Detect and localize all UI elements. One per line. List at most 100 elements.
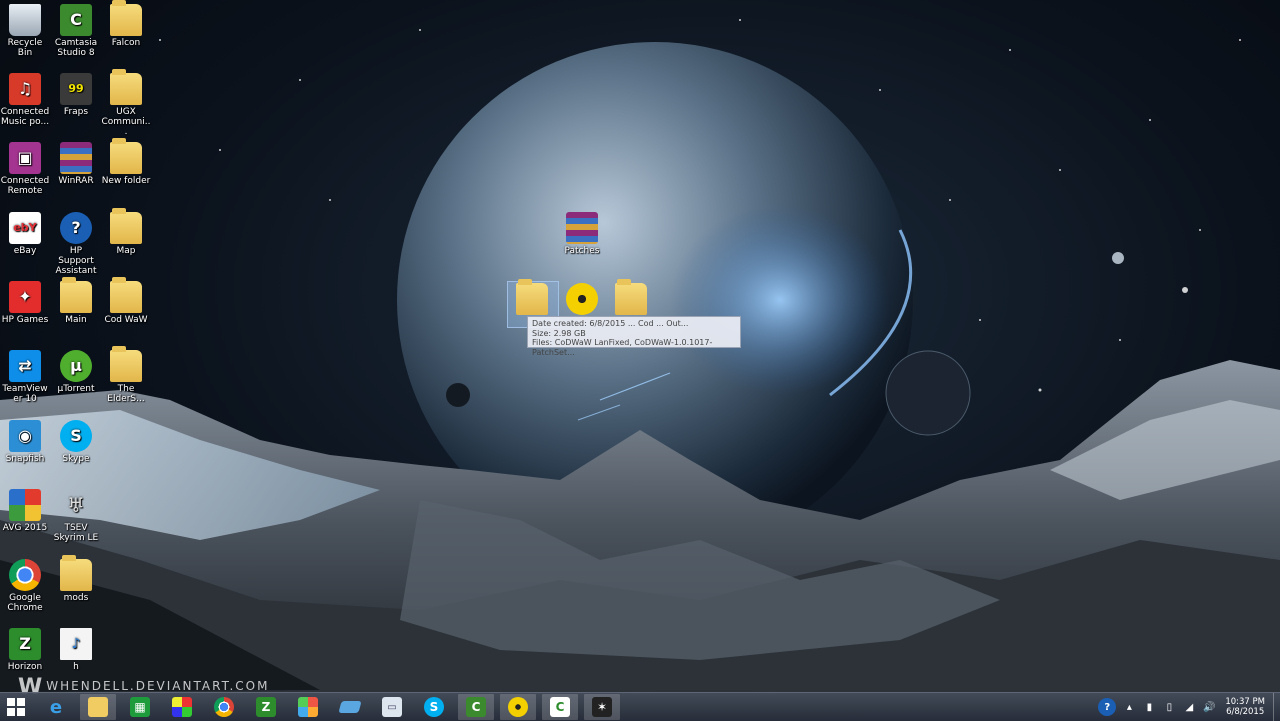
clock[interactable]: 10:37 PM 6/8/2015 xyxy=(1225,697,1265,717)
flag-icon[interactable]: ▮ xyxy=(1142,700,1156,714)
small-moon xyxy=(446,383,470,407)
taskbar: e ▦ Z ▭ S C C ✶ ? ▴ ▮ ▯ ◢ 🔊 10:37 PM 6/8… xyxy=(0,692,1280,721)
desktop-icon-disc[interactable] xyxy=(557,283,607,317)
taskbar-keyboard[interactable] xyxy=(332,694,368,720)
taskbar-camtasia[interactable]: C xyxy=(458,694,494,720)
camtasia-recorder-icon: C xyxy=(550,697,570,717)
keyboard-icon xyxy=(338,701,362,713)
desktop-icon-new-folder[interactable]: New folder xyxy=(101,138,151,186)
volume-icon[interactable]: 🔊 xyxy=(1202,700,1216,714)
winrar-archive-icon xyxy=(566,212,598,244)
clock-time: 10:37 PM xyxy=(1225,697,1265,707)
desktop-icon-ugx[interactable]: UGX Communi... xyxy=(101,69,151,137)
folder-icon xyxy=(110,346,142,382)
tooltip-size: Size: 2.98 GB xyxy=(532,328,586,338)
ebay-icon: ebY xyxy=(9,212,41,244)
desktop-icon-winrar[interactable]: WinRAR xyxy=(51,142,101,186)
ie-icon: e xyxy=(49,696,63,718)
color-app-icon xyxy=(172,697,192,717)
clock-date: 6/8/2015 xyxy=(1226,707,1265,717)
taskbar-game[interactable]: ✶ xyxy=(584,694,620,720)
desktop-icon-hp-games[interactable]: ✦ HP Games xyxy=(0,281,50,325)
desktop-icon-teamviewer[interactable]: ⇄ TeamViewer 10 xyxy=(0,350,50,404)
desktop-icon-elder-scrolls[interactable]: The ElderS... xyxy=(101,346,151,404)
folder-icon xyxy=(60,277,92,313)
folder-icon xyxy=(110,277,142,313)
desktop-icon-snapfish[interactable]: ◉ Snapfish xyxy=(0,420,50,464)
audio-file-icon: ♪ xyxy=(60,628,92,660)
start-button[interactable] xyxy=(0,694,32,720)
connected-music-icon: ♫ xyxy=(9,73,41,105)
folder-icon xyxy=(110,138,142,174)
avg-icon xyxy=(9,489,41,521)
fraps-icon: 99 xyxy=(60,73,92,105)
taskbar-skype[interactable]: S xyxy=(416,694,452,720)
desktop-icon-camtasia[interactable]: C Camtasia Studio 8 xyxy=(51,4,101,58)
taskbar-chrome[interactable] xyxy=(206,694,242,720)
desktop-icon-folder-3[interactable] xyxy=(606,279,656,317)
desktop-icon-patches-folder-dragged[interactable] xyxy=(507,279,557,317)
file-explorer-icon xyxy=(88,697,108,717)
disc-icon xyxy=(566,283,598,315)
tooltip-date: Date created: 6/8/2015 ... Cod ... Out..… xyxy=(532,319,689,328)
wifi-icon[interactable]: ◢ xyxy=(1182,700,1196,714)
desktop-icon-falcon[interactable]: Falcon xyxy=(101,0,151,48)
desktop-icon-skype[interactable]: S Skype xyxy=(51,420,101,464)
desktop-icon-hp-support[interactable]: ? HP Support Assistant xyxy=(51,212,101,276)
snapfish-icon: ◉ xyxy=(9,420,41,452)
taskbar-monitor[interactable]: ▭ xyxy=(374,694,410,720)
desktop-icon-cod-waw[interactable]: Cod WaW xyxy=(101,277,151,325)
desktop-icon-connected-music[interactable]: ♫ Connected Music po... xyxy=(0,73,50,127)
help-icon[interactable]: ? xyxy=(1098,698,1117,716)
desktop-icon-utorrent[interactable]: µ µTorrent xyxy=(51,350,101,394)
system-tray: ? ▴ ▮ ▯ ◢ 🔊 10:37 PM 6/8/2015 xyxy=(1095,693,1280,721)
desktop-icon-recycle-bin[interactable]: Recycle Bin xyxy=(0,4,50,58)
taskbar-disc[interactable] xyxy=(500,694,536,720)
desktop-icon-chrome[interactable]: Google Chrome xyxy=(0,559,50,613)
connected-remote-icon: ▣ xyxy=(9,142,41,174)
planet-storm xyxy=(670,205,890,395)
desktop-icon-h-audio[interactable]: ♪ h xyxy=(51,628,101,672)
desktop-icon-horizon[interactable]: Z Horizon xyxy=(0,628,50,672)
taskbar-ie[interactable]: e xyxy=(38,694,74,720)
folder-icon xyxy=(110,208,142,244)
folder-icon xyxy=(110,69,142,105)
taskbar-file-explorer[interactable] xyxy=(80,694,116,720)
show-desktop-button[interactable] xyxy=(1273,693,1280,721)
folder-icon xyxy=(615,279,647,315)
desktop-icon-main[interactable]: Main xyxy=(51,277,101,325)
desktop-icon-avg[interactable]: AVG 2015 xyxy=(0,489,50,533)
taskbar-camtasia-recorder[interactable]: C xyxy=(542,694,578,720)
desktop-icon-fraps[interactable]: 99 Fraps xyxy=(51,73,101,117)
distant-moon xyxy=(1112,252,1124,264)
desktop-icon-connected-remote[interactable]: ▣ Connected Remote xyxy=(0,142,50,196)
folder-icon xyxy=(516,279,548,315)
desktop-icon-map[interactable]: Map xyxy=(101,208,151,256)
taskbar-spreadsheet[interactable]: ▦ xyxy=(122,694,158,720)
skype-icon: S xyxy=(424,697,444,717)
taskbar-horizon[interactable]: Z xyxy=(248,694,284,720)
tooltip-files: Files: CoDWaW LanFixed, CoDWaW-1.0.1017-… xyxy=(532,338,713,357)
moon xyxy=(885,350,971,436)
hp-games-icon: ✦ xyxy=(9,281,41,313)
folder-icon xyxy=(110,0,142,36)
battery-icon[interactable]: ▯ xyxy=(1162,700,1176,714)
taskbar-puzzle[interactable] xyxy=(290,694,326,720)
desktop-icon-skyrim[interactable]: ♅ TSEV Skyrim LE xyxy=(51,489,101,543)
file-info-tooltip: Date created: 6/8/2015 ... Cod ... Out..… xyxy=(527,316,741,357)
camtasia-icon: C xyxy=(60,4,92,36)
horizon-icon: Z xyxy=(256,697,276,717)
hp-support-icon: ? xyxy=(60,212,92,244)
desktop-icon-patches-archive[interactable]: Patches xyxy=(557,212,607,256)
camtasia-icon: C xyxy=(466,697,486,717)
skype-icon: S xyxy=(60,420,92,452)
game-icon: ✶ xyxy=(592,697,612,717)
puzzle-icon xyxy=(298,697,318,717)
taskbar-color-app[interactable] xyxy=(164,694,200,720)
chrome-icon xyxy=(214,697,234,717)
spreadsheet-icon: ▦ xyxy=(130,697,150,717)
skyrim-icon: ♅ xyxy=(67,493,85,517)
desktop-icon-mods[interactable]: mods xyxy=(51,555,101,603)
desktop-icon-ebay[interactable]: ebY eBay xyxy=(0,212,50,256)
chevron-up-icon[interactable]: ▴ xyxy=(1122,700,1136,714)
